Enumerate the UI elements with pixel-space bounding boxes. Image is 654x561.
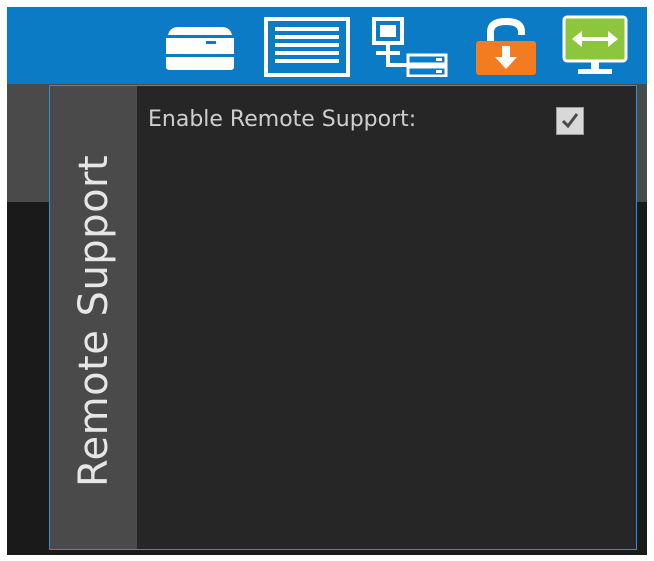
enable-remote-support-checkbox[interactable] (556, 107, 584, 135)
panel-content: Enable Remote Support: (137, 86, 636, 549)
enable-remote-support-row: Enable Remote Support: (148, 105, 588, 135)
lock-download-icon[interactable] (473, 15, 539, 77)
monitor-resize-icon[interactable] (562, 15, 628, 77)
top-toolbar (7, 7, 647, 84)
checkmark-icon (561, 113, 579, 129)
enable-remote-support-label: Enable Remote Support: (148, 107, 417, 132)
printer-icon[interactable] (160, 15, 240, 77)
network-icon[interactable] (370, 15, 454, 77)
panel-sidebar: Remote Support (50, 86, 137, 549)
app-window: Remote Support Enable Remote Support: (7, 7, 647, 555)
panel-title: Remote Support (71, 154, 117, 487)
list-icon[interactable] (263, 15, 351, 77)
remote-support-panel: Remote Support Enable Remote Support: (49, 85, 637, 550)
